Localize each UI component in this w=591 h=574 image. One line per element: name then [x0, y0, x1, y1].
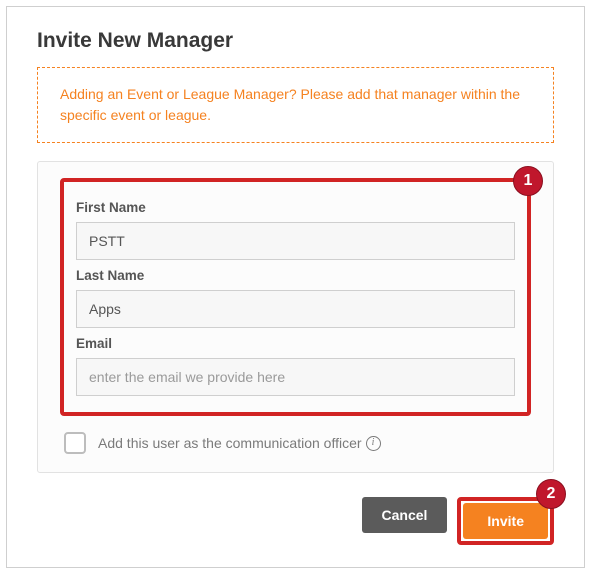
communication-officer-checkbox[interactable] — [64, 432, 86, 454]
modal-title: Invite New Manager — [7, 7, 584, 67]
invite-button[interactable]: Invite — [463, 503, 548, 539]
first-name-label: First Name — [76, 200, 515, 215]
checkbox-row: Add this user as the communication offic… — [60, 432, 531, 454]
invite-manager-modal: Invite New Manager Adding an Event or Le… — [6, 6, 585, 568]
callout-badge-1: 1 — [513, 166, 543, 196]
form-panel: 1 First Name Last Name Email Add this us… — [37, 161, 554, 473]
cancel-button[interactable]: Cancel — [362, 497, 448, 533]
callout-badge-2: 2 — [536, 479, 566, 509]
email-input[interactable] — [76, 358, 515, 396]
checkbox-label: Add this user as the communication offic… — [98, 435, 381, 451]
checkbox-label-text: Add this user as the communication offic… — [98, 435, 362, 451]
form-highlight: 1 First Name Last Name Email — [60, 178, 531, 416]
email-label: Email — [76, 336, 515, 351]
last-name-label: Last Name — [76, 268, 515, 283]
button-row: Cancel 2 Invite — [7, 487, 584, 567]
info-banner: Adding an Event or League Manager? Pleas… — [37, 67, 554, 143]
invite-highlight: 2 Invite — [457, 497, 554, 545]
first-name-input[interactable] — [76, 222, 515, 260]
last-name-input[interactable] — [76, 290, 515, 328]
info-icon[interactable]: i — [366, 436, 381, 451]
